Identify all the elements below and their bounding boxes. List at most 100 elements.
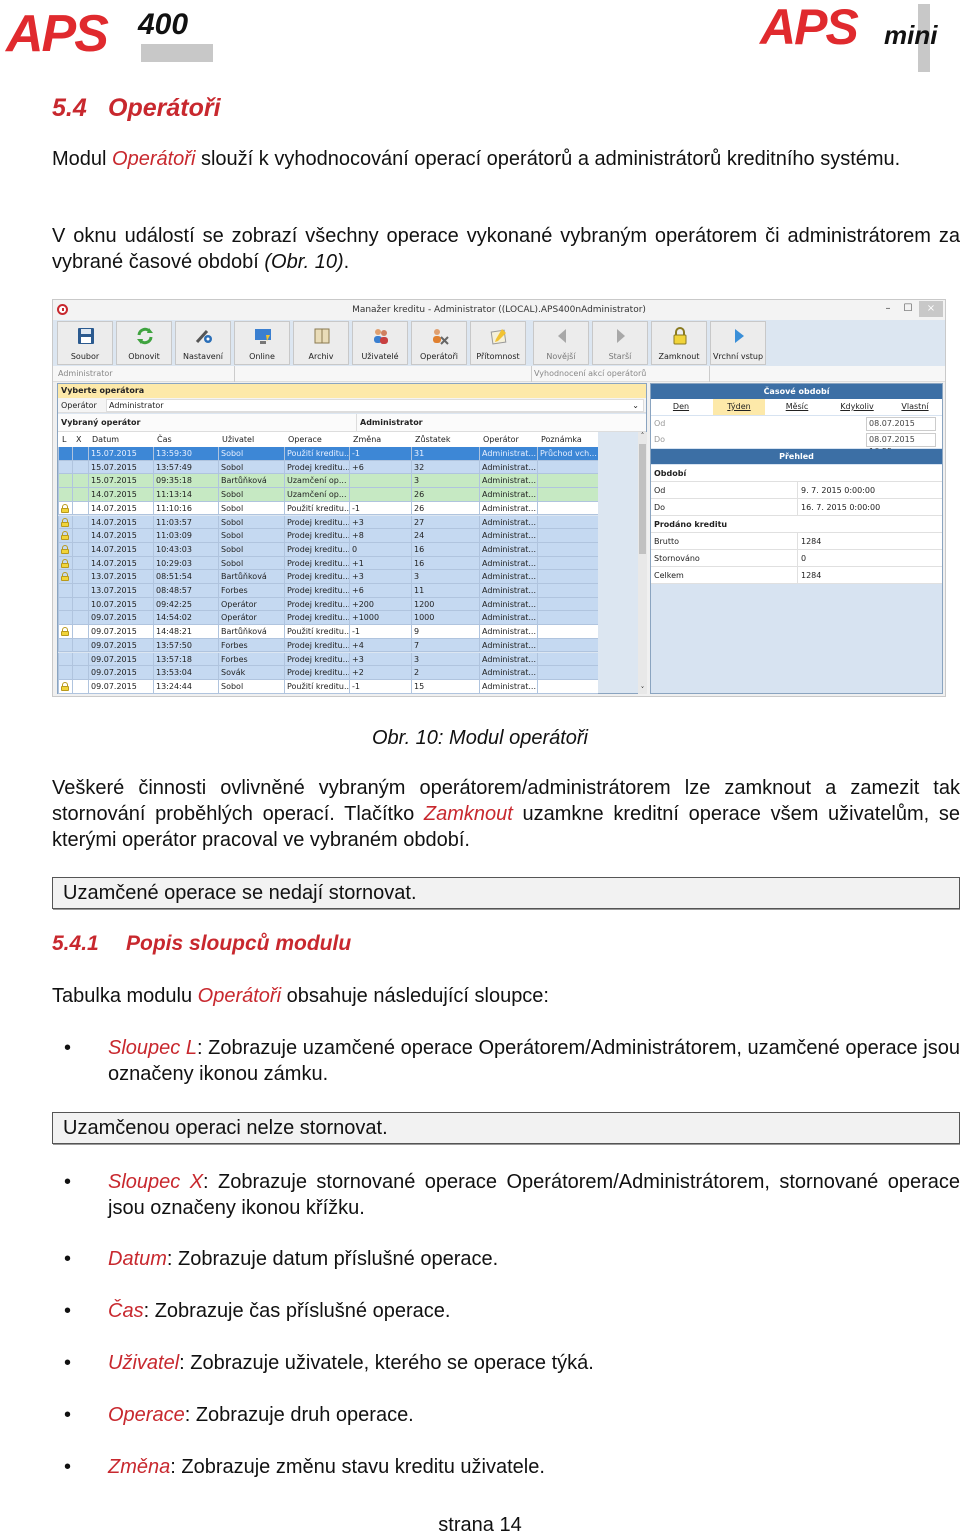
cell-zmena: +6 [349,460,411,474]
table-row[interactable]: 09.07.2015 13:57:18 Forbes Prodej kreditu..… [58,652,598,667]
cell-cas: 09:35:18 [153,474,218,488]
cell-poznamka [537,666,598,679]
storno-column-cell [72,474,88,488]
cell-poznamka [537,488,598,501]
storno-column-cell [72,460,88,474]
cell-uzivatel: Sobol [218,529,284,542]
cell-zmena [349,488,411,501]
monitor-icon [255,329,271,344]
minimize-button[interactable]: – [877,301,899,317]
ribbon-button-zamknout[interactable]: Zamknout [651,321,707,365]
cell-operace: Prodej kreditu... [284,611,349,625]
column-description: : Zobrazuje stornované operace Operátore… [108,1171,960,1219]
list-item: • Sloupec L: Zobrazuje uzamčené operace O… [52,1035,960,1087]
table-row[interactable]: 14.07.2015 11:03:09 Sobol Prodej kreditu...… [58,529,598,543]
overview-header: Přehled [651,449,942,464]
ribbon-button-online[interactable]: Online [234,321,290,365]
cell-uzivatel: Sobol [218,447,284,460]
lock-column-cell [58,447,72,460]
arrow-left-icon [558,329,566,343]
cell-uzivatel: Forbes [218,584,284,597]
table-row[interactable]: 15.07.2015 13:59:30 Sobol Použití kreditu..… [58,447,598,461]
ribbon-button-nastaveni[interactable]: Nastavení [175,321,231,365]
table-row[interactable]: 14.07.2015 11:13:14 Sobol Uzamčení op... 26 A… [58,488,598,502]
scroll-down-icon[interactable]: ˅ [638,686,647,694]
column-header[interactable]: Zůstatek [413,432,481,447]
cell-operator: Administrat... [479,474,537,488]
overview-label: Období [654,469,687,478]
period-option[interactable]: Vlastní [889,399,941,415]
column-header[interactable]: X [74,432,90,447]
section-title: Operátoři [108,94,221,122]
attendance-icon [490,329,507,345]
column-header[interactable]: Poznámka [539,432,600,447]
ribbon-button-vrchni-vstup[interactable]: Vrchní vstup [710,321,766,365]
table-row[interactable]: 14.07.2015 10:43:03 Sobol Prodej kreditu...… [58,542,598,557]
scroll-up-icon[interactable]: ˄ [638,432,647,440]
operator-dropdown[interactable]: Administrator ⌄ [106,399,644,412]
date-to-input[interactable]: 08.07.2015 16:55 [866,433,936,456]
ribbon-button-uzivatele[interactable]: Uživatelé [352,321,408,365]
storno-column-cell [72,611,88,625]
cell-poznamka [537,515,598,529]
storno-column-cell [72,638,88,652]
date-from-input[interactable]: 08.07.2015 16:55 [866,417,936,440]
overview-row: Prodáno kreditu [651,516,942,533]
overview-label: Celkem [654,571,684,580]
table-row[interactable]: 15.07.2015 13:57:49 Sobol Prodej kreditu...… [58,460,598,475]
ribbon-button-pritomnost[interactable]: Přítomnost [470,321,526,365]
table-row[interactable]: 13.07.2015 08:48:57 Forbes Prodej kreditu..… [58,584,598,598]
column-header[interactable]: Operátor [481,432,539,447]
table-row[interactable]: 09.07.2015 14:54:02 Operátor Prodej kreditu… [58,611,598,626]
grid-scrollbar[interactable]: ˄ ˅ [638,432,647,694]
ribbon-button-obnovit[interactable]: Obnovit [116,321,172,365]
table-row[interactable]: 09.07.2015 13:53:04 Sovák Prodej kreditu...… [58,666,598,680]
cell-operator: Administrat... [479,597,537,611]
column-header[interactable]: Změna [351,432,413,447]
cell-operace: Prodej kreditu... [284,515,349,529]
table-row[interactable]: 14.07.2015 11:10:16 Sobol Použití kreditu..… [58,501,598,516]
period-option[interactable]: Kdykoliv [831,399,883,415]
lock-column-cell [58,666,72,679]
cell-poznamka [537,474,598,488]
ribbon-button-novejsi[interactable]: Novější [533,321,589,365]
padlock-icon [61,627,69,637]
table-row[interactable]: 10.07.2015 09:42:25 Operátor Prodej kreditu… [58,597,598,612]
maximize-button[interactable]: ☐ [897,301,919,317]
column-header[interactable]: L [60,432,74,447]
section-heading: 5.4 Operátoři [52,94,221,123]
ribbon-group-evaluation: Vyhodnocení akcí operátorů [534,369,647,378]
play-arrow-icon [735,329,744,343]
column-header[interactable]: Operace [286,432,351,447]
table-row[interactable]: 09.07.2015 13:57:50 Forbes Prodej kreditu..… [58,638,598,653]
cell-uzivatel: Sobol [218,556,284,570]
period-option[interactable]: Měsíc [771,399,823,415]
cell-zmena: +3 [349,570,411,583]
ribbon-button-archiv[interactable]: Archiv [293,321,349,365]
period-option[interactable]: Den [655,399,707,415]
table-row[interactable]: 13.07.2015 08:51:54 Bartůňková Prodej kredi… [58,570,598,584]
scroll-thumb[interactable] [639,444,646,554]
figure-reference: (Obr. 10) [264,251,344,273]
cell-cas: 08:51:54 [153,570,218,583]
lock-column-cell [58,679,72,693]
table-row[interactable]: 15.07.2015 09:35:18 Bartůňková Uzamčení op.… [58,474,598,489]
ribbon-button-starsi[interactable]: Starší [592,321,648,365]
lock-column-cell [58,597,72,611]
column-header[interactable]: Čas [155,432,220,447]
table-row[interactable]: 09.07.2015 14:48:21 Bartůňková Použití kred… [58,625,598,639]
table-row[interactable]: 09.07.2015 13:24:44 Sobol Použití kreditu..… [58,679,598,694]
ribbon-button-operatori[interactable]: Operátoři [411,321,467,365]
ribbon-button-soubor[interactable]: Soubor [57,321,113,365]
date-from-row: Od 08.07.2015 16:55 [651,416,942,440]
close-button[interactable]: × [919,301,943,317]
column-header[interactable]: Datum [90,432,155,447]
column-header[interactable]: Uživatel [220,432,286,447]
cell-zustatek: 3 [411,570,479,583]
arrow-right-icon [617,329,625,343]
table-row[interactable]: 14.07.2015 10:29:03 Sobol Prodej kreditu...… [58,556,598,571]
table-row[interactable]: 14.07.2015 11:03:57 Sobol Prodej kreditu...… [58,515,598,530]
cell-zustatek: 16 [411,542,479,556]
period-option[interactable]: Týden [713,399,765,415]
cell-operator: Administrat... [479,515,537,529]
